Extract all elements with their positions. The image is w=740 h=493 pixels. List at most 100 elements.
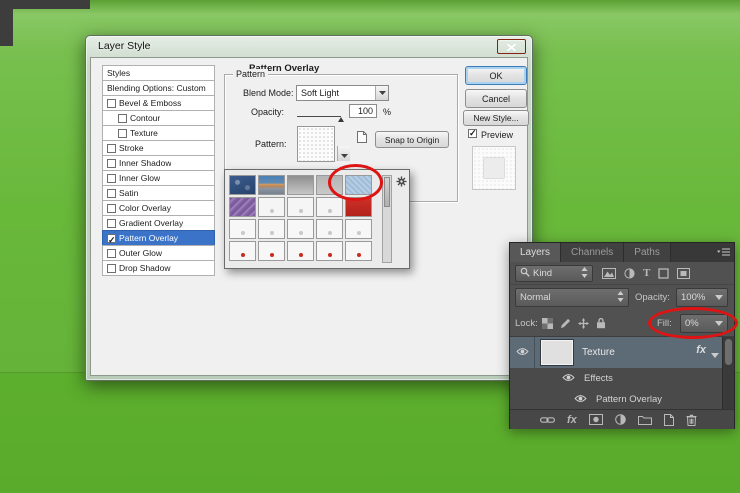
layer-style-icon[interactable]: fx [567,414,577,426]
pattern-swatch-red-dot-4[interactable] [316,241,343,261]
filter-pixel-icon[interactable] [602,268,616,279]
opacity-label: Opacity: [251,107,284,117]
pattern-swatch-purple-ornate[interactable] [229,197,256,217]
new-layer-icon[interactable] [664,414,674,426]
pattern-swatch-white-weave-1[interactable] [258,197,285,217]
style-item-styles[interactable]: Styles [102,65,215,81]
pattern-thumbnail[interactable] [297,126,335,162]
style-checkbox[interactable] [118,129,127,138]
filter-kind-select[interactable]: Kind [515,265,593,282]
style-checkbox[interactable] [107,99,116,108]
pattern-swatch-sunset-horizon[interactable] [258,175,285,195]
dropdown-arrow-icon[interactable] [375,86,388,100]
layer-opacity-select[interactable]: 100% [676,288,728,307]
pattern-swatch-white-dots-2[interactable] [258,219,285,239]
picker-scrollbar[interactable] [382,175,392,263]
style-item-satin[interactable]: Satin [102,185,215,201]
preview-checkbox[interactable] [468,129,477,138]
opacity-input[interactable]: 100 [349,104,377,118]
style-item-pattern-overlay[interactable]: Pattern Overlay [102,230,215,246]
screenshot-root: Layer Style StylesBlending Options: Cust… [0,0,740,493]
pattern-swatch-white-dots-1[interactable] [229,219,256,239]
visibility-toggle[interactable] [574,394,587,406]
adjustment-layer-icon[interactable] [615,414,626,425]
filter-type-icon[interactable]: T [643,267,650,279]
style-item-blending-options-custom[interactable]: Blending Options: Custom [102,80,215,96]
lock-all-icon[interactable] [596,317,606,329]
tab-paths[interactable]: Paths [624,243,671,262]
layer-thumbnail[interactable] [541,340,573,365]
pattern-swatch-white-dots-4[interactable] [316,219,343,239]
style-checkbox[interactable] [107,174,116,183]
style-checkbox[interactable] [107,234,116,243]
pattern-swatch-gray-gradient[interactable] [287,175,314,195]
filter-adjustment-icon[interactable] [624,268,635,279]
style-item-inner-glow[interactable]: Inner Glow [102,170,215,186]
pattern-swatch-white-weave-2[interactable] [287,197,314,217]
style-item-drop-shadow[interactable]: Drop Shadow [102,260,215,276]
pattern-swatch-red-dot-2[interactable] [258,241,285,261]
filter-shape-icon[interactable] [658,268,669,279]
pattern-swatch-blue-clouds[interactable] [229,175,256,195]
pattern-swatch-white-dots-3[interactable] [287,219,314,239]
new-preset-button[interactable] [356,130,368,149]
style-item-bevel-emboss[interactable]: Bevel & Emboss [102,95,215,111]
group-icon[interactable] [638,414,652,425]
effects-row[interactable]: Effects [510,368,722,389]
tab-layers[interactable]: Layers [510,243,561,262]
panel-menu-icon[interactable] [717,248,730,260]
delete-icon[interactable] [686,414,697,426]
gear-icon[interactable] [396,174,407,192]
opacity-slider-thumb[interactable] [338,117,344,122]
lock-move-icon[interactable] [578,318,589,329]
layers-scrollbar[interactable] [722,337,734,410]
layers-scrollbar-thumb[interactable] [725,339,732,365]
layer-blend-mode-select[interactable]: Normal [515,288,629,307]
style-checkbox[interactable] [107,204,116,213]
style-item-gradient-overlay[interactable]: Gradient Overlay [102,215,215,231]
effects-label: Effects [584,368,613,389]
link-icon[interactable] [540,416,555,424]
cancel-button[interactable]: Cancel [465,89,527,108]
style-item-inner-shadow[interactable]: Inner Shadow [102,155,215,171]
filter-smart-icon[interactable] [677,268,690,279]
pattern-overlay-row[interactable]: Pattern Overlay [510,389,722,410]
collapse-effects-icon[interactable] [711,350,719,361]
pattern-picker-arrow[interactable] [337,146,350,161]
pattern-swatch-red-dot-3[interactable] [287,241,314,261]
style-item-outer-glow[interactable]: Outer Glow [102,245,215,261]
style-item-stroke[interactable]: Stroke [102,140,215,156]
new-style-button[interactable]: New Style... [463,110,529,126]
pattern-swatch-red-dot-1[interactable] [229,241,256,261]
style-item-texture[interactable]: Texture [102,125,215,141]
snap-to-origin-button[interactable]: Snap to Origin [375,131,449,148]
style-checkbox[interactable] [107,264,116,273]
picker-scrollbar-thumb[interactable] [384,177,390,207]
pattern-swatch-white-weave-3[interactable] [316,197,343,217]
pattern-swatch-red-dot-5[interactable] [345,241,372,261]
style-checkbox[interactable] [107,159,116,168]
ok-button[interactable]: OK [465,66,527,85]
style-item-contour[interactable]: Contour [102,110,215,126]
style-checkbox[interactable] [107,219,116,228]
layer-mask-icon[interactable] [589,414,603,425]
layer-row-texture[interactable]: Texture fx [510,337,722,368]
tab-channels[interactable]: Channels [561,243,624,262]
style-checkbox[interactable] [107,144,116,153]
visibility-toggle[interactable] [562,373,575,385]
bottom-toolbar: fx [510,409,734,429]
lock-brush-icon[interactable] [560,318,571,329]
lock-transparency-icon[interactable] [542,318,553,329]
panel-tabs: LayersChannelsPaths [510,243,734,262]
dialog-titlebar[interactable]: Layer Style [86,36,532,57]
style-checkbox[interactable] [107,249,116,258]
pattern-swatch-white-dots-5[interactable] [345,219,372,239]
style-item-label: Stroke [119,141,144,156]
style-checkbox[interactable] [107,189,116,198]
style-item-color-overlay[interactable]: Color Overlay [102,200,215,216]
visibility-toggle[interactable] [510,337,535,368]
style-checkbox[interactable] [118,114,127,123]
opacity-slider[interactable] [297,116,341,117]
blend-mode-select[interactable]: Soft Light [296,85,389,101]
close-button[interactable] [497,39,526,54]
